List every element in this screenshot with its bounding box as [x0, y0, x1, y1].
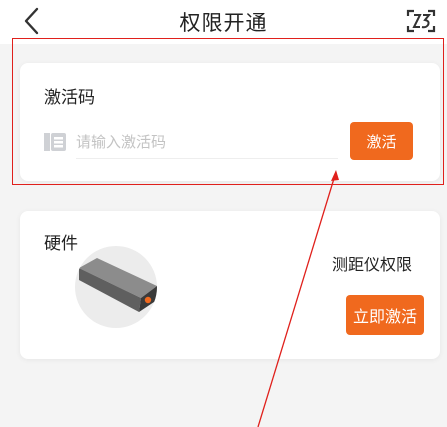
rangefinder-device-image — [75, 246, 157, 328]
activate-now-button[interactable]: 立即激活 — [346, 295, 424, 335]
scan-code-icon — [406, 9, 436, 33]
nav-bar: 权限开通 — [0, 0, 447, 44]
activation-label: 激活码 — [44, 88, 95, 108]
ticket-code-icon — [44, 133, 66, 151]
activate-button[interactable]: 激活 — [350, 122, 413, 160]
hardware-label: 硬件 — [44, 234, 78, 254]
hardware-card: 硬件 测距仪权限 立即激活 — [20, 211, 440, 359]
activation-card: 激活码 激活 — [20, 63, 440, 181]
device-name: 测距仪权限 — [332, 255, 413, 274]
scan-button[interactable] — [405, 8, 437, 34]
page-title: 权限开通 — [179, 11, 268, 35]
activation-code-input[interactable] — [76, 125, 338, 159]
